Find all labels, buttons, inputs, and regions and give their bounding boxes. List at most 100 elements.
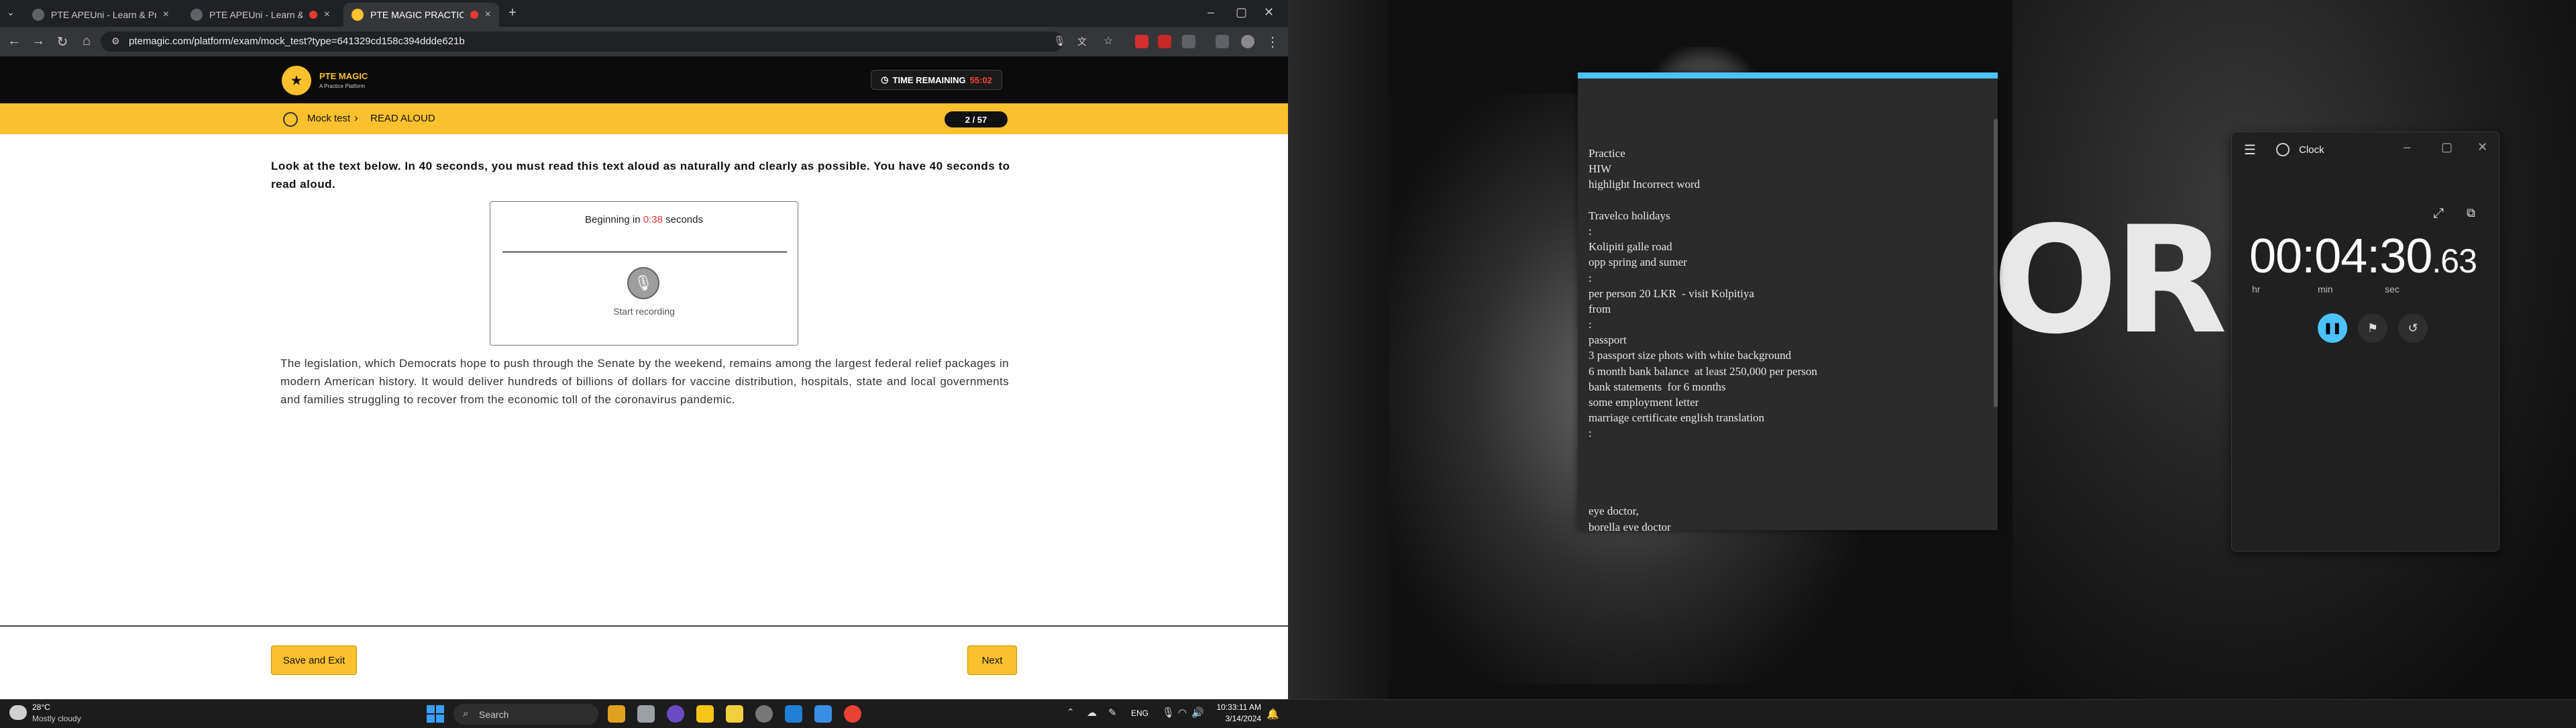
site-info-icon[interactable]: ⚙ (111, 36, 120, 47)
reset-icon[interactable]: ↺ (2398, 313, 2428, 343)
snipping-tool-icon[interactable] (814, 705, 832, 723)
chrome-app-icon[interactable] (844, 705, 861, 723)
onedrive-icon[interactable]: ☁ (1087, 707, 1097, 719)
weather-cloud-icon[interactable] (9, 705, 27, 720)
notes-line[interactable] (1589, 193, 1984, 208)
start-recording-label: Start recording (613, 306, 675, 317)
maximize-icon[interactable]: ▢ (2441, 140, 2453, 154)
clock-window: ☰ Clock – ▢ ✕ ⤢ ⧉ 00:04:30.63 hr min sec… (2231, 132, 2500, 552)
notes-line[interactable]: 3 passport size phots with white backgro… (1589, 348, 1984, 363)
widgets-app-icon[interactable] (608, 705, 625, 723)
reload-icon[interactable]: ↻ (54, 34, 71, 50)
back-icon[interactable]: ← (5, 34, 23, 49)
minimize-icon[interactable]: – (2404, 140, 2410, 154)
tab-pte-magic[interactable]: PTE MAGIC PRACTICE × (343, 3, 499, 27)
translate-icon[interactable]: 文 (1077, 35, 1087, 48)
flag-lap-icon[interactable]: ⚑ (2358, 313, 2387, 343)
notes-line[interactable]: : (1589, 223, 1984, 239)
window-title: Clock (2299, 144, 2324, 156)
notification-bell-icon[interactable]: 🔔 (1267, 708, 1279, 720)
menu-kebab-icon[interactable]: ⋮ (1264, 34, 1281, 50)
browser-window: ⌄ PTE APEUni - Learn & Practice... × PTE… (0, 0, 1288, 699)
file-explorer-icon[interactable] (696, 705, 714, 723)
forward-icon[interactable]: → (30, 34, 47, 49)
weather-temp[interactable]: 28°C (32, 703, 50, 712)
sticky-notes-icon[interactable] (726, 705, 743, 723)
windows-start-icon[interactable] (427, 705, 444, 723)
notes-line[interactable]: 6 month bank balance at least 250,000 pe… (1589, 364, 1984, 379)
pte-magic-logo-icon[interactable]: ★ (282, 66, 311, 95)
notes-line[interactable]: : (1589, 270, 1984, 286)
hamburger-menu-icon[interactable]: ☰ (2244, 142, 2256, 158)
notes-line[interactable]: HIW (1589, 161, 1984, 176)
notes-line[interactable]: per person 20 LKR - visit Kolpitiya (1589, 286, 1984, 301)
notes-content[interactable]: Practice HIW highlight Incorrect word Trave… (1589, 146, 1984, 531)
notes-line[interactable]: opp spring and sumer (1589, 254, 1984, 270)
url-field[interactable]: ⚙ ptemagic.com/platform/exam/mock_test?t… (101, 32, 1113, 52)
taskbar-search[interactable]: ⌕ Search (453, 704, 598, 725)
notes-line[interactable] (1589, 457, 1984, 472)
close-icon[interactable]: ✕ (2477, 140, 2487, 154)
notes-line[interactable]: borella eye doctor (1589, 519, 1984, 531)
compact-overlay-icon[interactable]: ⧉ (2467, 206, 2475, 220)
notes-line[interactable]: Practice (1589, 146, 1984, 161)
system-time[interactable]: 10:33:11 AM (1212, 703, 1262, 712)
notes-line[interactable]: marriage certificate english translation (1589, 410, 1984, 425)
expand-icon[interactable]: ⤢ (2433, 206, 2444, 221)
brand-subtitle: A Practice Platform (319, 83, 366, 89)
minimize-icon[interactable]: – (1208, 5, 1214, 19)
language-indicator[interactable]: ENG (1131, 709, 1148, 718)
new-tab-icon[interactable]: + (508, 5, 517, 21)
chevron-up-icon[interactable]: ⌃ (1067, 707, 1075, 718)
file-app-icon[interactable] (637, 705, 655, 723)
notes-line[interactable]: Travelco holidays (1589, 208, 1984, 223)
bookmark-star-icon[interactable]: ☆ (1104, 34, 1113, 48)
save-and-exit-button[interactable]: Save and Exit (271, 645, 357, 675)
notes-line[interactable] (1589, 488, 1984, 503)
close-icon[interactable]: × (163, 9, 169, 21)
notes-window[interactable]: Practice HIW highlight Incorrect word Trave… (1578, 72, 1998, 531)
notes-line[interactable] (1589, 441, 1984, 457)
extension-icon[interactable] (1135, 35, 1148, 48)
notes-line[interactable]: : (1589, 317, 1984, 332)
pause-icon[interactable]: ❚❚ (2318, 313, 2347, 343)
adblock-extension-icon[interactable] (1158, 35, 1171, 48)
home-icon[interactable]: ⌂ (78, 34, 95, 49)
close-icon[interactable]: × (324, 9, 330, 21)
pen-icon[interactable]: ✎ (1108, 707, 1117, 719)
notes-line[interactable]: Kolipiti galle road (1589, 239, 1984, 254)
notes-line[interactable]: highlight Incorrect word (1589, 176, 1984, 192)
close-window-icon[interactable]: ✕ (1264, 5, 1274, 19)
tab-search-icon[interactable]: ⌄ (7, 7, 15, 18)
profile-icon[interactable] (1241, 35, 1254, 48)
side-panel-icon[interactable] (1216, 35, 1229, 48)
weather-desc[interactable]: Mostly cloudy (32, 714, 81, 723)
mic-icon[interactable]: 🎙 (1053, 35, 1066, 47)
vscode-app-icon[interactable] (785, 705, 802, 723)
tab-label: PTE MAGIC PRACTICE (370, 9, 464, 20)
microphone-icon[interactable]: 🎙 (627, 267, 659, 299)
clock-app-icon[interactable] (755, 705, 773, 723)
notes-line[interactable]: passport (1589, 332, 1984, 348)
breadcrumb-mock-test[interactable]: Mock test (307, 113, 350, 124)
notes-line[interactable]: some employment letter (1589, 395, 1984, 410)
notes-line[interactable]: eye doctor, (1589, 503, 1984, 519)
wifi-icon[interactable]: ◠ (1178, 707, 1187, 719)
scrollbar[interactable] (1994, 119, 1998, 407)
maximize-icon[interactable]: ▢ (1236, 5, 1247, 19)
notes-line[interactable]: : (1589, 425, 1984, 441)
notes-line[interactable] (1589, 472, 1984, 488)
tab-apeuni-1[interactable]: PTE APEUni - Learn & Practice... × (24, 3, 177, 27)
notes-line[interactable]: bank statements for 6 months (1589, 379, 1984, 395)
microphone-icon[interactable]: 🎙 (1162, 707, 1175, 719)
volume-icon[interactable]: 🔊 (1191, 707, 1204, 719)
close-icon[interactable]: × (485, 9, 491, 21)
tab-apeuni-2[interactable]: PTE APEUni - Learn & Practice... × (182, 3, 338, 27)
breadcrumb-home-icon[interactable] (283, 112, 298, 127)
system-date[interactable]: 3/14/2024 (1212, 714, 1261, 723)
teams-app-icon[interactable] (667, 705, 684, 723)
extensions-puzzle-icon[interactable] (1182, 35, 1195, 48)
next-button[interactable]: Next (967, 645, 1017, 675)
notes-line[interactable]: from (1589, 301, 1984, 317)
breadcrumb-current: READ ALOUD (370, 113, 435, 124)
